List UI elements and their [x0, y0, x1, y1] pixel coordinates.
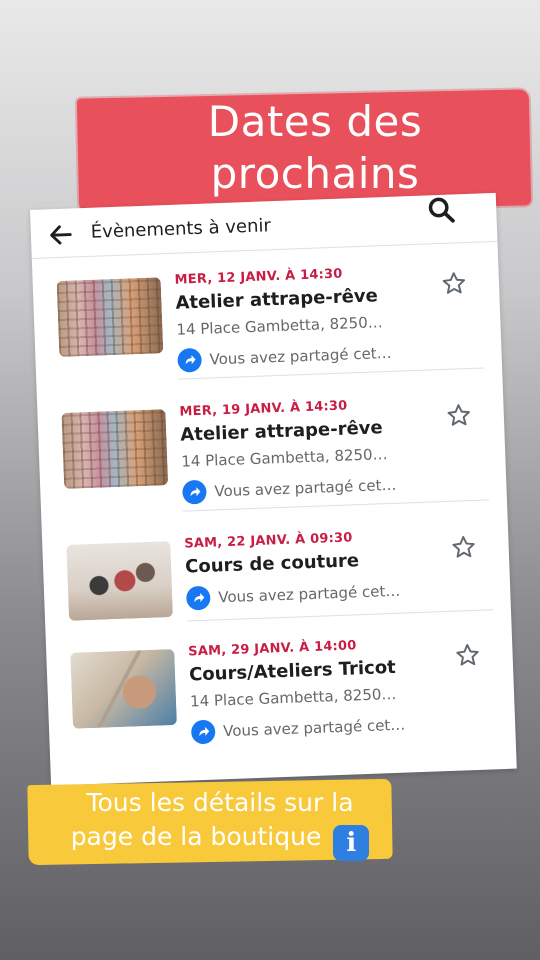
- event-title[interactable]: Atelier attrape-rêve: [175, 285, 378, 313]
- top-banner-line1: Dates des prochains: [207, 97, 423, 198]
- event-date: MER, 12 JANV. À 14:30: [174, 266, 343, 288]
- event-share-status: Vous avez partagé cet…: [182, 476, 397, 505]
- event-item[interactable]: MER, 19 JANV. À 14:30 Atelier attrape-rê…: [37, 393, 507, 518]
- info-icon: i: [333, 825, 370, 861]
- event-share-status: Vous avez partagé cet…: [185, 582, 401, 611]
- search-icon[interactable]: [426, 194, 457, 225]
- event-date: SAM, 22 JANV. À 09:30: [184, 530, 353, 552]
- share-text: Vous avez partagé cet…: [222, 715, 406, 741]
- bottom-banner-line2-text: page de la boutique: [70, 822, 322, 851]
- event-item[interactable]: SAM, 29 JANV. À 14:00 Cours/Ateliers Tri…: [46, 633, 516, 758]
- bottom-banner-text: Tous les détails sur la page de la bouti…: [40, 786, 400, 861]
- header-divider: [31, 240, 498, 259]
- event-thumbnail[interactable]: [56, 277, 164, 358]
- event-thumbnail[interactable]: [66, 541, 174, 621]
- share-text: Vous avez partagé cet…: [217, 581, 401, 607]
- event-divider: [183, 499, 489, 512]
- share-text: Vous avez partagé cet…: [214, 475, 397, 501]
- event-title[interactable]: Cours/Ateliers Tricot: [189, 657, 396, 686]
- share-icon: [185, 585, 211, 611]
- event-divider: [178, 367, 485, 380]
- star-icon[interactable]: [450, 534, 477, 561]
- event-title[interactable]: Cours de couture: [185, 550, 360, 577]
- share-icon: [190, 719, 216, 745]
- bottom-banner-line1: Tous les détails sur la: [86, 788, 354, 817]
- event-location: 14 Place Gambetta, 8250…: [180, 445, 388, 471]
- event-thumbnail[interactable]: [61, 409, 169, 489]
- event-thumbnail[interactable]: [70, 649, 177, 729]
- event-location: 14 Place Gambetta, 8250…: [176, 313, 384, 339]
- event-share-status: Vous avez partagé cet…: [177, 344, 392, 373]
- event-share-status: Vous avez partagé cet…: [190, 716, 406, 745]
- star-icon[interactable]: [441, 270, 468, 297]
- bottom-banner-line2: page de la boutique i: [40, 820, 400, 861]
- share-icon: [177, 347, 203, 373]
- share-icon: [182, 479, 207, 505]
- event-date: MER, 19 JANV. À 14:30: [179, 398, 348, 420]
- share-text: Vous avez partagé cet…: [209, 343, 392, 369]
- event-title[interactable]: Atelier attrape-rêve: [180, 417, 383, 445]
- back-arrow-icon[interactable]: [46, 220, 75, 249]
- event-item[interactable]: MER, 12 JANV. À 14:30 Atelier attrape-rê…: [32, 261, 502, 386]
- star-icon[interactable]: [454, 642, 481, 669]
- page-title: Évènements à venir: [90, 215, 272, 243]
- event-location: 14 Place Gambetta, 8250…: [189, 684, 397, 711]
- event-divider: [187, 609, 493, 622]
- event-item[interactable]: SAM, 22 JANV. À 09:30 Cours de couture V…: [42, 525, 512, 650]
- events-card: Évènements à venir MER, 12 JANV. À 14:30…: [30, 192, 517, 786]
- star-icon[interactable]: [445, 402, 472, 429]
